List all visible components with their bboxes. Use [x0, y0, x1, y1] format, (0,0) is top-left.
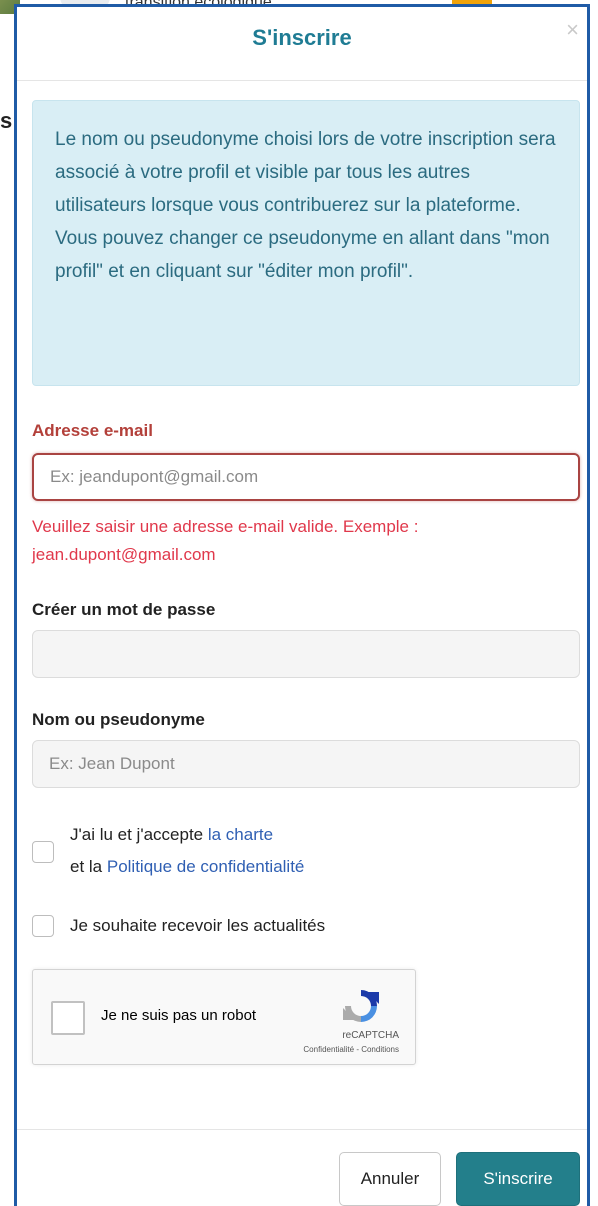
- close-icon[interactable]: ×: [566, 19, 579, 41]
- signup-submit-button[interactable]: S'inscrire: [456, 1152, 580, 1206]
- signup-modal: S'inscrire × Le nom ou pseudonyme choisi…: [14, 4, 590, 1206]
- modal-header: S'inscrire ×: [17, 7, 587, 81]
- recaptcha-links[interactable]: Confidentialité - Conditions: [303, 1045, 399, 1054]
- info-alert: Le nom ou pseudonyme choisi lors de votr…: [32, 100, 580, 386]
- terms-text-middle: et la: [70, 857, 107, 876]
- terms-text: J'ai lu et j'accepte la charte et la Pol…: [70, 819, 304, 883]
- email-label: Adresse e-mail: [32, 421, 153, 440]
- password-field[interactable]: [32, 630, 580, 678]
- recaptcha-label: Je ne suis pas un robot: [101, 1007, 257, 1024]
- terms-checkbox[interactable]: [32, 841, 54, 863]
- modal-title: S'inscrire: [252, 25, 352, 50]
- news-row: Je souhaite recevoir les actualités: [32, 910, 325, 942]
- recaptcha-widget: Je ne suis pas un robot reCAPTCHA Confid…: [32, 969, 416, 1065]
- recaptcha-logo-icon: [343, 990, 379, 1022]
- info-paragraph-1: Le nom ou pseudonyme choisi lors de votr…: [55, 129, 556, 216]
- background-side-letter: s: [0, 108, 13, 133]
- pseudonym-label: Nom ou pseudonyme: [32, 710, 205, 729]
- recaptcha-brand: reCAPTCHA: [342, 1030, 399, 1041]
- news-checkbox[interactable]: [32, 915, 54, 937]
- recaptcha-checkbox[interactable]: [51, 1001, 85, 1035]
- email-error-message: Veuillez saisir une adresse e-mail valid…: [32, 517, 419, 564]
- terms-row: J'ai lu et j'accepte la charte et la Pol…: [32, 819, 304, 883]
- email-field[interactable]: [32, 453, 580, 501]
- charter-link[interactable]: la charte: [208, 825, 273, 844]
- privacy-policy-link[interactable]: Politique de confidentialité: [107, 857, 305, 876]
- pseudonym-field[interactable]: [32, 740, 580, 788]
- password-label: Créer un mot de passe: [32, 600, 216, 619]
- modal-footer-divider: [17, 1129, 587, 1130]
- cancel-button[interactable]: Annuler: [339, 1152, 441, 1206]
- info-paragraph-2: Vous pouvez changer ce pseudonyme en all…: [55, 228, 550, 282]
- terms-text-before: J'ai lu et j'accepte: [70, 825, 208, 844]
- news-label: Je souhaite recevoir les actualités: [70, 916, 326, 935]
